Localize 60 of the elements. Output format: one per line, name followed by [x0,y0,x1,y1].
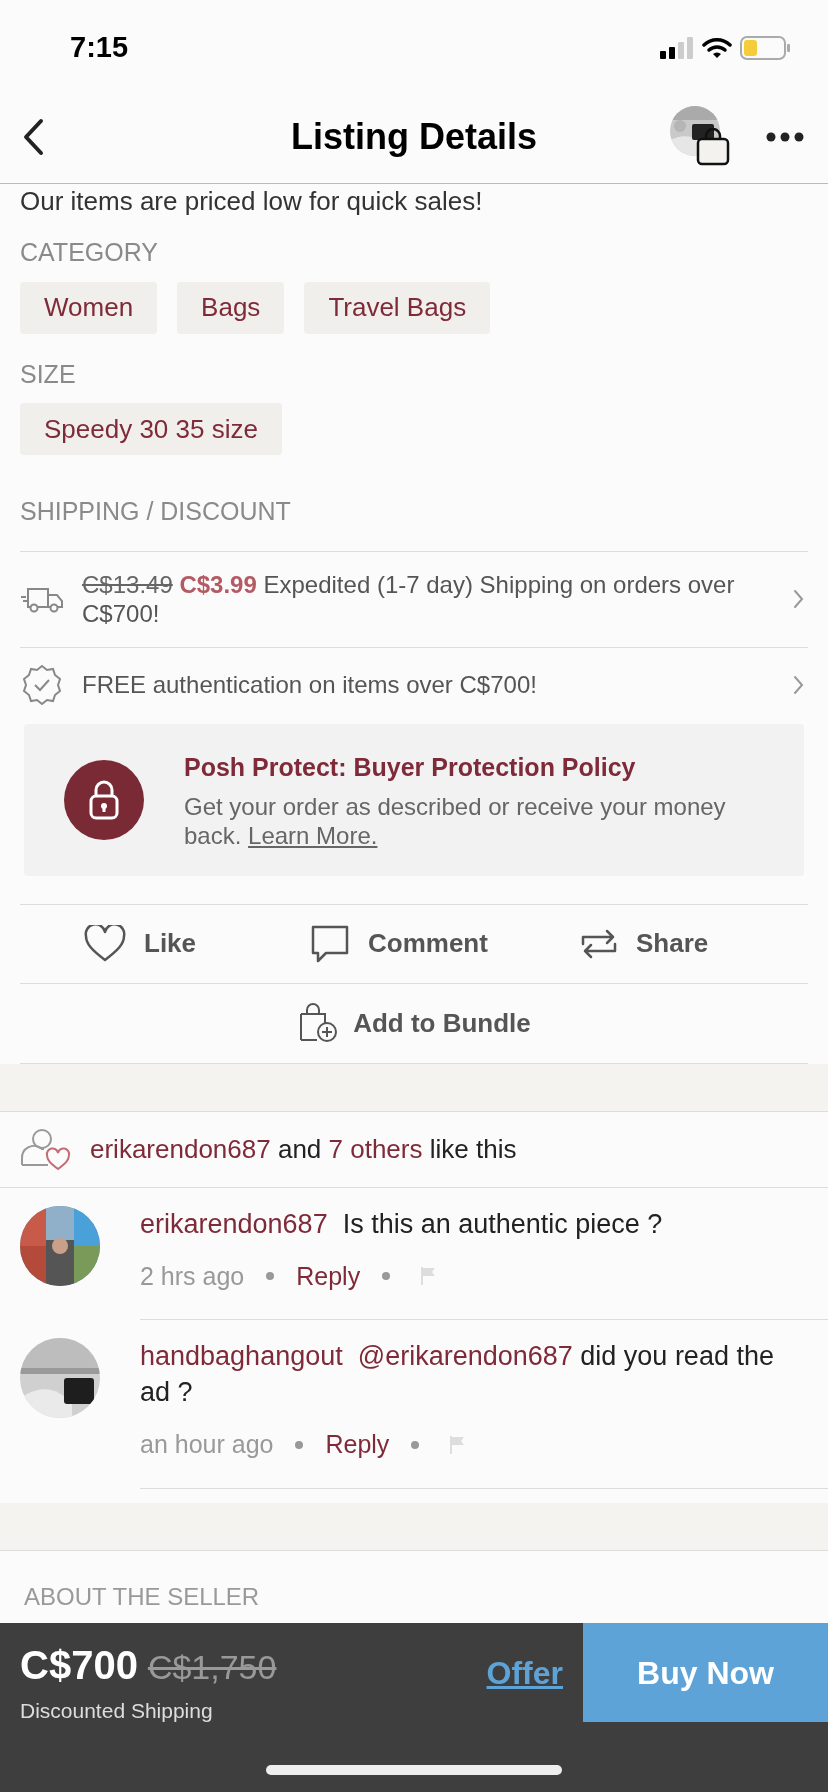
battery-icon [740,36,790,60]
likes-text: erikarendon687 and 7 others like this [90,1132,517,1166]
share-button[interactable]: Share [580,904,709,983]
reply-link[interactable]: Reply [325,1426,390,1464]
user-link[interactable]: handbaghangout [140,1341,343,1371]
original-price-text: C$1,750 [147,1647,277,1688]
chevron-right-icon [793,589,804,609]
dot-icon [382,1272,391,1281]
category-chip[interactable]: Women [20,281,158,334]
add-to-bundle-button[interactable]: Add to Bundle [297,1002,531,1044]
wifi-icon [702,37,732,59]
section-label: SIZE [20,358,77,390]
shipping-row[interactable]: FREE authentication on items over C$700! [20,647,808,722]
more-icon [766,131,804,142]
shipping-row[interactable]: C$13.49 C$3.99 Expedited (1-7 day) Shipping on orders over C$700! [20,551,808,648]
signal-icon [660,37,694,59]
comment-time: an hour ago [140,1429,274,1460]
dot-icon [295,1440,304,1449]
category-chip[interactable]: Bags [177,281,285,334]
flag-icon [420,1266,437,1287]
bag-plus-icon [297,1002,340,1044]
shipping-text: FREE authentication on items over C$700! [82,669,538,700]
mention-link[interactable]: @erikarendon687 [357,1341,573,1371]
comment-text: handbaghangout @erikarendon687 did you read the ad ? [140,1340,775,1409]
like-button[interactable]: Like [20,904,310,983]
lock-icon [64,759,144,840]
learn-more-link[interactable]: Learn More. [248,822,378,850]
truck-icon [20,585,64,613]
shipping-note: Discounted Shipping [20,1698,214,1724]
shopping-bag-icon [696,127,730,166]
flag-icon [449,1434,466,1455]
section-label: ABOUT THE SELLER [23,1581,261,1612]
protection-title: Posh Protect: Buyer Protection Policy [184,751,637,783]
heart-icon [84,924,126,963]
category-chip[interactable]: Travel Bags [304,281,491,334]
section-label: SHIPPING / DISCOUNT [20,496,292,527]
dot-icon [411,1440,420,1449]
section-label: CATEGORY [20,237,159,268]
comment-icon [310,923,350,964]
protection-text: Get your order as described or receive your money back. Learn More. [184,792,727,851]
others-link[interactable]: 7 others [328,1133,423,1164]
price-text: C$700 [20,1642,138,1689]
back-icon [22,117,44,156]
comment-button[interactable]: Comment [310,904,580,983]
dot-icon [266,1272,275,1281]
user-link[interactable]: erikarendon687 [90,1133,271,1164]
offer-link[interactable]: Offer [486,1648,563,1697]
shipping-text: C$13.49 C$3.99 Expedited (1-7 day) Shipping on orders over C$700! [82,570,736,628]
badge-check-icon [20,662,64,707]
user-link[interactable]: erikarendon687 [140,1208,328,1239]
description-text: Our items are priced low for quick sales! [20,186,484,216]
screen-title: Listing Details [289,114,538,159]
comment-time: 2 hrs ago [140,1260,245,1292]
comment-text: erikarendon687 Is this an authentic piece ? [140,1207,664,1241]
bag-button[interactable] [670,105,732,168]
user-heart-icon [20,1127,72,1171]
size-chip[interactable]: Speedy 30 35 size [20,403,282,455]
chevron-right-icon [793,674,804,695]
reply-link[interactable]: Reply [296,1257,361,1295]
status-time: 7:15 [70,30,129,66]
